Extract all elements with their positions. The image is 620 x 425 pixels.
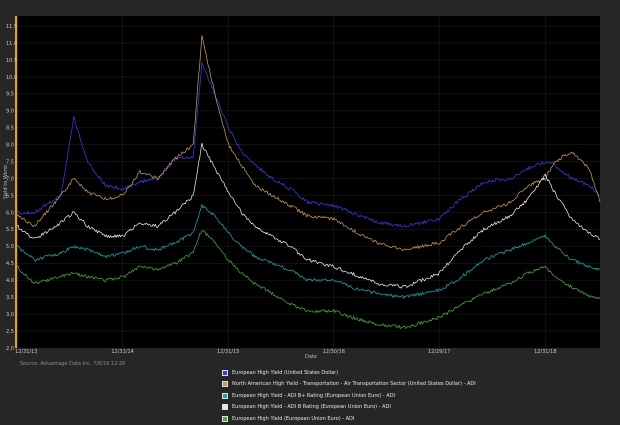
y-tick-label: 10.0 <box>6 75 17 81</box>
legend-swatch <box>222 415 228 422</box>
y-axis-label: Yield to Worst <box>3 165 9 200</box>
x-tick-label: 12/31/15 <box>217 349 239 355</box>
legend-item[interactable]: European High Yield - ADI B Rating (Euro… <box>222 402 476 414</box>
y-tick-label: 4.5 <box>6 261 14 267</box>
y-tick-label: 2.5 <box>6 329 14 335</box>
line-chart: 2.02.53.03.54.04.55.05.56.06.57.07.58.08… <box>3 16 601 360</box>
y-tick-label: 11.0 <box>6 41 17 47</box>
legend-label: North American High Yield - Transportati… <box>232 381 476 388</box>
x-tick-label: 12/29/17 <box>428 349 450 355</box>
legend-item[interactable]: North American High Yield - Transportati… <box>222 379 476 391</box>
legend-swatch <box>222 392 228 399</box>
legend-label: European High Yield (European Union Euro… <box>232 415 355 422</box>
y-axis-bar <box>15 16 18 348</box>
x-axis-label: Date <box>305 354 317 360</box>
legend-item[interactable]: European High Yield - ADI B+ Rating (Eur… <box>222 390 476 402</box>
legend-swatch <box>222 381 228 388</box>
legend-item[interactable]: European High Yield (United States Dolla… <box>222 367 476 379</box>
legend: European High Yield (United States Dolla… <box>222 367 476 425</box>
source-note: Source: Advantage Data Inc. 7/8/19 12:26 <box>20 361 126 367</box>
y-tick-label: 5.0 <box>6 244 14 250</box>
x-tick-label: 12/31/13 <box>15 349 37 355</box>
y-tick-label: 3.5 <box>6 295 14 301</box>
y-tick-label: 9.5 <box>6 92 14 98</box>
x-tick-label: 12/31/14 <box>111 349 133 355</box>
plot-area <box>17 16 600 348</box>
y-tick-label: 8.5 <box>6 126 14 132</box>
y-tick-label: 7.5 <box>6 159 14 165</box>
y-tick-label: 5.5 <box>6 227 14 233</box>
legend-swatch <box>222 404 228 411</box>
x-tick-label: 12/31/18 <box>534 349 556 355</box>
y-tick-label: 3.0 <box>6 312 14 318</box>
legend-label: European High Yield (United States Dolla… <box>232 369 339 376</box>
y-tick-label: 4.0 <box>6 278 14 284</box>
y-tick-label: 8.0 <box>6 143 14 149</box>
y-tick-label: 9.0 <box>6 109 14 115</box>
legend-label: European High Yield - ADI B+ Rating (Eur… <box>232 392 396 399</box>
x-tick-label: 12/30/16 <box>323 349 345 355</box>
legend-label: European High Yield - ADI B Rating (Euro… <box>232 404 391 411</box>
y-tick-label: 10.5 <box>6 58 17 64</box>
y-tick-label: 6.0 <box>6 210 14 216</box>
legend-item[interactable]: European High Yield (European Union Euro… <box>222 413 476 425</box>
x-tick-labels: 12/31/13 12/31/14 12/31/15 12/30/16 12/29/17… <box>15 349 557 355</box>
y-tick-label: 2.0 <box>6 346 14 352</box>
legend-swatch <box>222 369 228 376</box>
y-tick-label: 11.5 <box>6 24 17 30</box>
